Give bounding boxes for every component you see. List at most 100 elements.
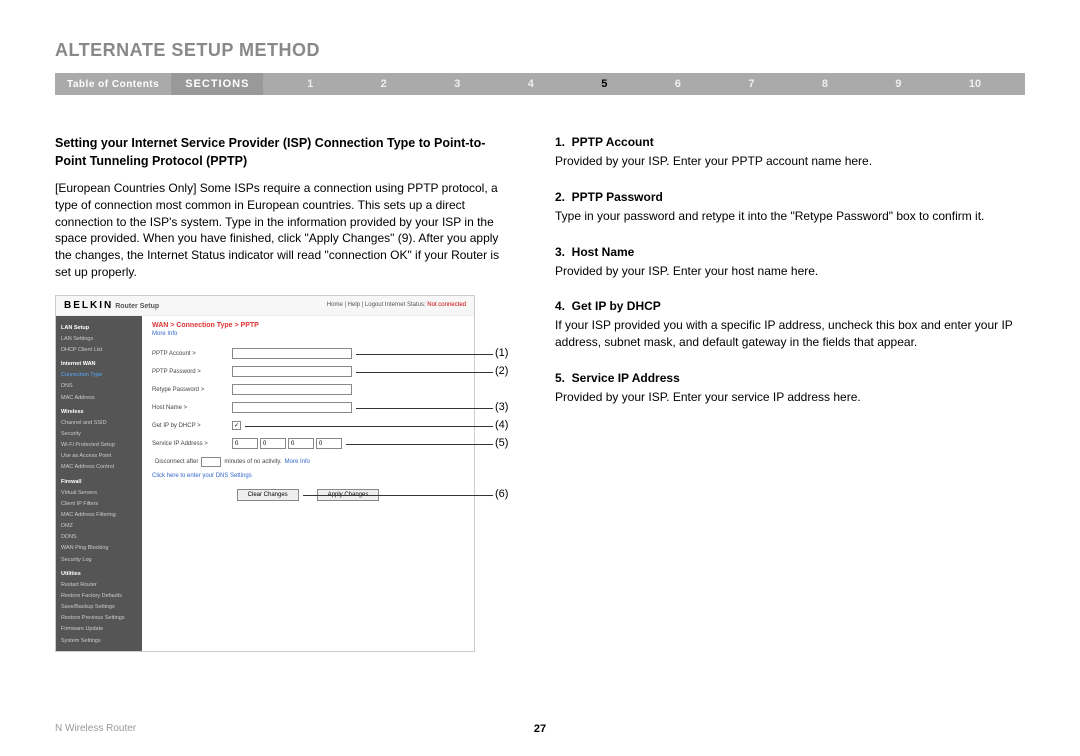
host-name-label: Host Name > [152,405,232,411]
sidebar-item[interactable]: Virtual Servers [56,488,142,499]
sidebar-item[interactable]: Restart Router [56,580,142,591]
sidebar-item[interactable]: DNS [56,381,142,392]
sidebar-item[interactable]: Security Log [56,555,142,566]
ip-octet-4[interactable]: 0 [316,438,342,449]
sidebar-item[interactable]: Connection Type [56,370,142,381]
sidebar-item[interactable]: LAN Settings [56,334,142,345]
info-item-2: 2. PPTP Password Type in your password an… [555,190,1025,225]
sidebar-item[interactable]: DMZ [56,521,142,532]
disconnect-moreinfo[interactable]: More Info [285,459,310,465]
sidebar-item[interactable]: Restore Factory Defaults [56,591,142,602]
callout-line [356,408,493,409]
section-10[interactable]: 10 [969,78,981,90]
ip-octet-2[interactable]: 0 [260,438,286,449]
sections-label: SECTIONS [171,73,263,95]
pptp-account-input[interactable] [232,348,352,359]
sidebar-item[interactable]: DDNS [56,532,142,543]
left-heading: Setting your Internet Service Provider (… [55,135,515,170]
sidebar-item[interactable]: Security [56,429,142,440]
more-info-link[interactable]: More Info [152,331,464,337]
sidebar-hdr: Utilities [56,566,142,580]
page-title: ALTERNATE SETUP METHOD [55,40,1025,61]
sidebar-item[interactable]: Save/Backup Settings [56,602,142,613]
host-name-input[interactable] [232,402,352,413]
pptp-account-label: PPTP Account > [152,351,232,357]
ip-octet-3[interactable]: 0 [288,438,314,449]
section-1[interactable]: 1 [307,78,313,90]
pptp-password-input[interactable] [232,366,352,377]
get-ip-dhcp-checkbox[interactable]: ✓ [232,421,241,430]
sidebar-item[interactable]: Restore Previous Settings [56,613,142,624]
sidebar-hdr: Firewall [56,474,142,488]
info-item-text: If your ISP provided you with a specific… [555,317,1025,351]
sidebar-item[interactable]: System Settings [56,636,142,647]
callout-1: (1) [495,347,508,359]
sidebar-item[interactable]: WAN Ping Blocking [56,543,142,554]
section-3[interactable]: 3 [454,78,460,90]
product-name: N Wireless Router [55,723,136,734]
left-paragraph: [European Countries Only] Some ISPs requ… [55,180,515,281]
router-sidebar: LAN SetupLAN SettingsDHCP Client ListInt… [56,316,142,651]
callout-4: (4) [495,419,508,431]
retype-password-input[interactable] [232,384,352,395]
dns-settings-link[interactable]: Click here to enter your DNS Settings [152,473,464,479]
section-5[interactable]: 5 [601,78,607,90]
sidebar-hdr: Wireless [56,404,142,418]
callout-line [303,495,493,496]
service-ip-label: Service IP Address > [152,441,232,447]
router-screenshot: BELKIN Router Setup Home | Help | Logout… [55,295,515,652]
section-2[interactable]: 2 [381,78,387,90]
retype-password-label: Retype Password > [152,387,232,393]
sidebar-hdr: Internet WAN [56,356,142,370]
callout-2: (2) [495,365,508,377]
section-4[interactable]: 4 [528,78,534,90]
sidebar-item[interactable]: MAC Address [56,393,142,404]
section-9[interactable]: 9 [895,78,901,90]
info-item-title: 5. Service IP Address [555,371,1025,385]
info-item-text: Provided by your ISP. Enter your host na… [555,263,1025,280]
callout-6: (6) [495,488,508,500]
sidebar-item[interactable]: Firmware Update [56,624,142,635]
sidebar-item[interactable]: Client IP Filters [56,499,142,510]
disconnect-prefix: Disconnect after [155,459,198,465]
info-item-title: 4. Get IP by DHCP [555,299,1025,313]
callout-3: (3) [495,401,508,413]
ip-octet-1[interactable]: 0 [232,438,258,449]
info-item-4: 4. Get IP by DHCP If your ISP provided yo… [555,299,1025,351]
page-footer: N Wireless Router 27 [55,723,1025,734]
pptp-password-label: PPTP Password > [152,369,232,375]
sidebar-item[interactable]: Use as Access Point [56,451,142,462]
info-item-text: Provided by your ISP. Enter your service… [555,389,1025,406]
sidebar-item[interactable]: MAC Address Filtering [56,510,142,521]
callout-line [245,426,493,427]
info-item-title: 2. PPTP Password [555,190,1025,204]
section-6[interactable]: 6 [675,78,681,90]
info-item-title: 1. PPTP Account [555,135,1025,149]
router-setup-label: Router Setup [115,303,159,310]
info-item-3: 3. Host Name Provided by your ISP. Enter … [555,245,1025,280]
section-7[interactable]: 7 [748,78,754,90]
info-item-title: 3. Host Name [555,245,1025,259]
toc-link[interactable]: Table of Contents [55,79,171,90]
get-ip-dhcp-label: Get IP by DHCP > [152,423,232,429]
router-top-links: Home | Help | Logout Internet Status: No… [327,302,466,308]
disconnect-minutes-input[interactable] [201,457,221,467]
section-8[interactable]: 8 [822,78,828,90]
section-navbar: Table of Contents SECTIONS 1 2 3 4 5 6 7… [55,73,1025,95]
info-item-1: 1. PPTP AccountProvided by your ISP. Ent… [555,135,1025,170]
sidebar-item[interactable]: Channel and SSID [56,418,142,429]
sidebar-item[interactable]: DHCP Client List [56,345,142,356]
sidebar-item[interactable]: Wi-Fi Protected Setup [56,440,142,451]
sidebar-item[interactable]: MAC Address Control [56,462,142,473]
callout-line [356,372,493,373]
info-item-text: Type in your password and retype it into… [555,208,1025,225]
callout-line [356,354,493,355]
section-numbers: 1 2 3 4 5 6 7 8 9 10 [263,78,1025,90]
disconnect-suffix: minutes of no activity. [224,459,281,465]
info-item-5: 5. Service IP Address Provided by your IS… [555,371,1025,406]
callout-5: (5) [495,437,508,449]
clear-changes-button[interactable]: Clear Changes [237,489,299,501]
belkin-logo: BELKIN [64,300,113,311]
sidebar-hdr: LAN Setup [56,320,142,334]
router-breadcrumb: WAN > Connection Type > PPTP [152,322,464,329]
